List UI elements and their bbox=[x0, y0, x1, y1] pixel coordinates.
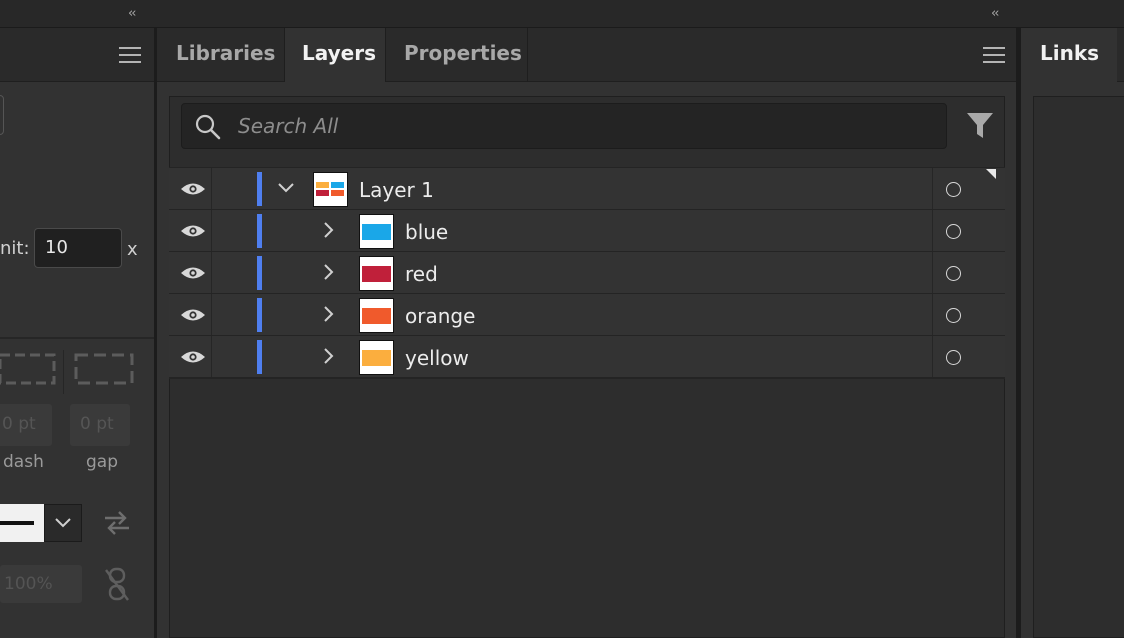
selection-corner-indicator bbox=[986, 169, 996, 179]
layer-color-bar bbox=[257, 340, 262, 374]
layer-row[interactable]: blue bbox=[169, 209, 1005, 252]
layer-name[interactable]: Layer 1 bbox=[359, 178, 434, 202]
column-separator bbox=[932, 168, 933, 210]
miter-limit-label: nit: bbox=[0, 238, 30, 259]
list-divider bbox=[169, 377, 1005, 379]
layer-name[interactable]: orange bbox=[405, 304, 475, 328]
hamburger-icon[interactable] bbox=[119, 47, 141, 63]
eye-icon bbox=[181, 267, 205, 279]
target-circle-icon[interactable] bbox=[946, 266, 961, 281]
links-list-frame bbox=[1033, 96, 1124, 638]
column-separator bbox=[932, 252, 933, 294]
column-separator bbox=[932, 210, 933, 252]
arrowhead-preview[interactable] bbox=[0, 504, 44, 542]
layer-thumbnail bbox=[359, 298, 394, 333]
arrowhead-dropdown[interactable] bbox=[44, 504, 82, 542]
scale-input[interactable]: 100% bbox=[0, 565, 82, 603]
layer-color-bar bbox=[257, 256, 262, 290]
collapse-right-button[interactable]: ‹‹ bbox=[991, 0, 1000, 28]
layer-name[interactable]: yellow bbox=[405, 346, 469, 370]
chevron-down-icon[interactable] bbox=[277, 178, 295, 198]
dash-align-icon[interactable] bbox=[70, 349, 138, 393]
tab-properties[interactable]: Properties bbox=[386, 28, 527, 82]
hamburger-icon[interactable] bbox=[983, 47, 1005, 63]
dash-label: dash bbox=[3, 452, 44, 472]
visibility-toggle[interactable] bbox=[173, 336, 211, 378]
chevron-right-icon[interactable] bbox=[321, 304, 335, 324]
tab-layers[interactable]: Layers bbox=[285, 28, 385, 83]
eye-icon bbox=[181, 309, 205, 321]
column-separator bbox=[211, 168, 212, 210]
miter-limit-suffix: x bbox=[127, 239, 138, 260]
divider bbox=[63, 350, 64, 394]
stroke-panel: nit: 10 x 0 pt 0 pt dash gap 100% bbox=[0, 28, 154, 638]
unlink-icon[interactable] bbox=[102, 566, 132, 604]
target-circle-icon[interactable] bbox=[946, 350, 961, 365]
tab-links[interactable]: Links bbox=[1021, 28, 1117, 83]
collapse-left-button[interactable]: ‹‹ bbox=[128, 0, 137, 28]
target-circle-icon[interactable] bbox=[946, 224, 961, 239]
tab-separator bbox=[527, 28, 528, 82]
layer-thumbnail bbox=[313, 172, 348, 207]
layer-name[interactable]: red bbox=[405, 262, 438, 286]
layer-thumbnail bbox=[359, 340, 394, 375]
chevron-right-icon[interactable] bbox=[321, 346, 335, 366]
partial-field[interactable] bbox=[0, 95, 4, 135]
layer-row[interactable]: yellow bbox=[169, 335, 1005, 378]
eye-icon bbox=[181, 225, 205, 237]
chevron-right-icon[interactable] bbox=[321, 220, 335, 240]
visibility-toggle[interactable] bbox=[173, 252, 211, 294]
eye-icon bbox=[181, 183, 205, 195]
layer-color-bar bbox=[257, 172, 262, 206]
visibility-toggle[interactable] bbox=[173, 294, 211, 336]
column-separator bbox=[211, 294, 212, 336]
layer-row[interactable]: Layer 1 bbox=[169, 167, 1005, 210]
layer-thumbnail bbox=[359, 256, 394, 291]
target-circle-icon[interactable] bbox=[946, 308, 961, 323]
column-separator bbox=[932, 294, 933, 336]
column-separator bbox=[211, 210, 212, 252]
tab-libraries[interactable]: Libraries bbox=[157, 28, 284, 82]
search-box bbox=[181, 103, 947, 149]
layer-name[interactable]: blue bbox=[405, 220, 448, 244]
layers-panel: Libraries Layers Properties Search All L… bbox=[157, 28, 1016, 638]
column-separator bbox=[932, 336, 933, 378]
color-swatch bbox=[362, 224, 391, 240]
swap-arrows-icon[interactable] bbox=[101, 509, 133, 537]
chevron-right-icon[interactable] bbox=[321, 262, 335, 282]
target-circle-icon[interactable] bbox=[946, 182, 961, 197]
divider bbox=[0, 337, 154, 339]
layer-row[interactable]: orange bbox=[169, 293, 1005, 336]
dash-corners-icon[interactable] bbox=[0, 349, 58, 393]
filter-icon[interactable] bbox=[965, 110, 995, 140]
color-swatch bbox=[362, 350, 391, 366]
column-separator bbox=[211, 336, 212, 378]
eye-icon bbox=[181, 351, 205, 363]
visibility-toggle[interactable] bbox=[173, 168, 211, 210]
gap-label: gap bbox=[86, 452, 118, 472]
layer-thumbnail bbox=[359, 214, 394, 249]
search-input[interactable] bbox=[238, 104, 938, 148]
visibility-toggle[interactable] bbox=[173, 210, 211, 252]
color-swatch bbox=[362, 308, 391, 324]
dash-input[interactable]: 0 pt bbox=[0, 404, 52, 446]
gap-input[interactable]: 0 pt bbox=[70, 404, 130, 446]
top-strip bbox=[0, 0, 1124, 28]
miter-limit-input[interactable]: 10 bbox=[34, 228, 122, 268]
color-swatch bbox=[362, 266, 391, 282]
layer-row[interactable]: red bbox=[169, 251, 1005, 294]
links-panel: Links bbox=[1021, 28, 1124, 638]
column-separator bbox=[211, 252, 212, 294]
search-icon bbox=[194, 113, 222, 141]
layer-color-bar bbox=[257, 214, 262, 248]
layer-color-bar bbox=[257, 298, 262, 332]
